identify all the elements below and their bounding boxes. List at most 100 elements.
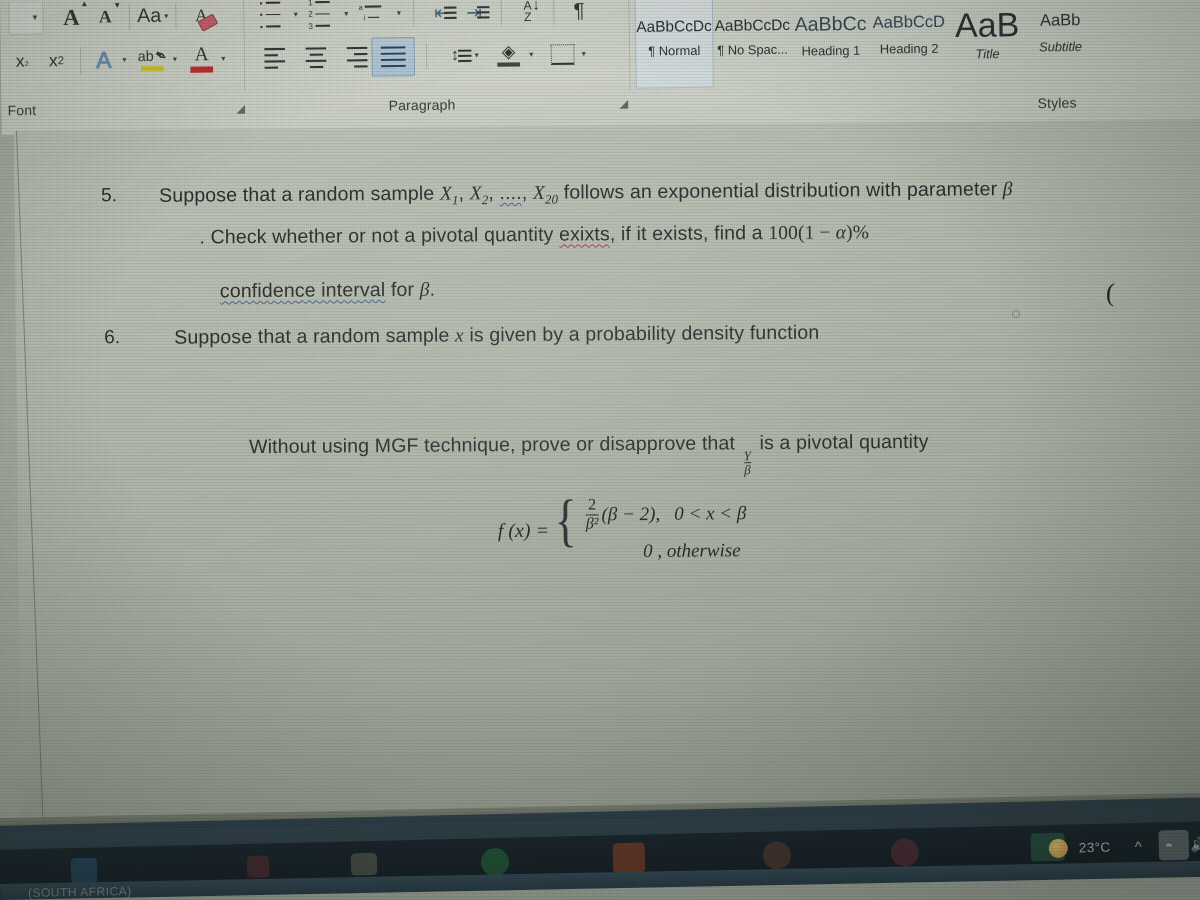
doc-line: confidence interval for β.	[219, 278, 436, 303]
style-name: Subtitle	[1038, 39, 1083, 55]
style-tile-no-spacing[interactable]: AaBbCcDc ¶ No Spac...	[713, 0, 793, 88]
divider	[243, 0, 246, 92]
doc-line: Suppose that a random sample x is given …	[174, 321, 820, 349]
fraction-numerator: 2	[587, 496, 597, 514]
whatsapp-icon[interactable]	[480, 847, 510, 877]
chevron-down-icon[interactable]: ▾	[529, 50, 533, 59]
bullets-icon[interactable]: ▪ ▪ ▪	[260, 0, 291, 32]
paragraph-group-label: Paragraph	[388, 97, 456, 114]
superscript-icon[interactable]: x2	[40, 43, 73, 78]
chevron-down-icon[interactable]: ▾	[582, 49, 586, 58]
paragraph-dialog-launcher[interactable]: ◢	[619, 97, 628, 110]
divider	[628, 0, 631, 91]
clear-formatting-icon[interactable]: A	[184, 0, 219, 34]
formula-case-1: 2 β² (β − 2), 0 < x < β	[583, 496, 747, 533]
chevron-down-icon[interactable]: ▾	[475, 51, 479, 60]
document-page[interactable]: 5. Suppose that a random sample X1, X2, …	[14, 119, 1200, 831]
subscript-icon[interactable]: x₂	[5, 44, 40, 79]
divider	[79, 47, 82, 75]
piecewise-formula: f (x) = { 2 β² (β − 2), 0 < x < β 0 , ot…	[497, 487, 747, 564]
fraction-numerator: Y	[743, 447, 752, 463]
shrink-font-icon[interactable]: A ▾	[89, 0, 122, 35]
style-tile-heading-1[interactable]: AaBbCс Heading 1	[791, 0, 871, 87]
style-tile-normal[interactable]: AaBbCcDc ¶ Normal	[634, 0, 714, 89]
chevron-down-icon[interactable]: ▾	[173, 54, 177, 63]
fraction: Yβ	[743, 447, 752, 477]
sort-icon[interactable]: AZ ↓	[512, 0, 543, 29]
text-highlight-color-icon[interactable]: ab✒	[134, 42, 170, 77]
chevron-down-icon: ▾	[164, 11, 169, 21]
style-name: ¶ No Spac...	[717, 42, 789, 59]
formula-expression: (β − 2),	[601, 503, 661, 526]
style-name: ¶ Normal	[648, 43, 701, 59]
shading-icon[interactable]: ◈	[491, 38, 526, 73]
sun-icon	[1048, 838, 1069, 859]
chevron-down-icon[interactable]: ▾	[221, 54, 225, 63]
numbering-icon[interactable]: 1 2 3	[308, 0, 341, 31]
windows-start-icon[interactable]	[70, 857, 98, 885]
office-icon[interactable]	[612, 842, 646, 874]
style-name: Heading 1	[801, 43, 861, 60]
left-brace-icon: {	[554, 487, 578, 553]
volume-icon[interactable]: 🔊	[1191, 836, 1200, 853]
fraction-denominator: β²	[585, 515, 599, 533]
style-name: Heading 2	[879, 41, 939, 57]
formula-lhs: f (x) =	[497, 519, 550, 543]
document-body[interactable]: 5. Suppose that a random sample X1, X2, …	[15, 121, 1200, 830]
multilevel-list-icon[interactable]: a i	[358, 0, 393, 30]
word-icon[interactable]	[1158, 829, 1190, 861]
font-group-row2: x₂ x2 A ▾ ab✒ ▾ A ▾	[5, 38, 226, 82]
text-cursor-marker	[1012, 310, 1020, 318]
align-right-icon[interactable]	[334, 41, 372, 74]
show-formatting-marks-icon[interactable]: ¶	[564, 0, 593, 29]
divider	[425, 42, 428, 70]
style-tile-heading-2[interactable]: AaBbCcD Heading 2	[869, 0, 949, 86]
font-size-dropdown[interactable]: ▾	[8, 1, 44, 36]
style-name: Title	[975, 47, 1000, 62]
style-preview: AaB	[954, 4, 1020, 44]
align-center-icon[interactable]	[297, 41, 335, 74]
stray-paren-character: (	[1105, 277, 1116, 308]
show-hidden-icons-chevron[interactable]: ^	[1135, 839, 1142, 856]
word-ribbon: ▾ A ▴ A ▾ Aa ▾ A x₂ x 2 A ▾ ab✒ ▾ A ▾ ▪ …	[0, 0, 1200, 137]
font-group-row1: ▾ A ▴ A ▾ Aa ▾ A	[8, 0, 219, 39]
wifi-icon[interactable]: ◓	[1165, 837, 1174, 853]
style-preview: AaBbCcDc	[714, 16, 791, 35]
align-left-icon[interactable]	[260, 42, 298, 75]
closing-before: Without using MGF technique, prove or di…	[249, 432, 741, 459]
divider	[553, 0, 555, 25]
closing-after: is a pivotal quantity	[753, 430, 929, 455]
decrease-indent-icon[interactable]: ⇤	[426, 0, 457, 30]
grow-font-icon[interactable]: A ▴	[54, 0, 89, 35]
app-icon[interactable]	[890, 838, 920, 867]
style-tile-subtitle[interactable]: AaBb Subtitle	[1026, 0, 1095, 84]
font-color-icon[interactable]: A	[185, 42, 218, 77]
divider	[128, 3, 131, 31]
search-icon[interactable]	[246, 855, 270, 878]
formula-case-2: 0 , otherwise	[642, 539, 741, 562]
style-preview: AaBb	[1039, 11, 1081, 30]
text-effects-icon[interactable]: A	[88, 43, 119, 78]
font-dialog-launcher[interactable]: ◢	[236, 102, 245, 115]
laptop-screen-photo: ▾ A ▴ A ▾ Aa ▾ A x₂ x 2 A ▾ ab✒ ▾ A ▾ ▪ …	[0, 0, 1200, 900]
file-explorer-icon[interactable]	[350, 852, 378, 876]
font-group-label: Font	[7, 102, 37, 119]
justify-icon[interactable]	[371, 36, 416, 77]
chevron-down-icon: ▾	[32, 11, 38, 23]
list-number: 5.	[101, 185, 118, 207]
doc-line: . Check whether or not a pivotal quantit…	[199, 222, 870, 249]
borders-icon[interactable]	[545, 38, 578, 71]
style-preview: AaBbCс	[794, 13, 867, 36]
increase-indent-icon[interactable]: ⇥	[457, 0, 490, 29]
chevron-down-icon[interactable]: ▾	[397, 8, 401, 17]
formula-condition: 0 < x < β	[674, 503, 747, 525]
styles-group-label: Styles	[1037, 95, 1077, 112]
chevron-down-icon[interactable]: ▾	[122, 55, 126, 64]
weather-temperature[interactable]: 23°C	[1079, 840, 1111, 856]
chrome-icon[interactable]	[762, 841, 792, 870]
chevron-down-icon[interactable]: ▾	[294, 10, 298, 19]
chevron-down-icon[interactable]: ▾	[344, 9, 348, 18]
style-tile-title[interactable]: AaB Title	[947, 0, 1027, 85]
change-case-icon[interactable]: Aa ▾	[137, 0, 169, 34]
line-spacing-icon[interactable]: ↕	[438, 39, 472, 72]
